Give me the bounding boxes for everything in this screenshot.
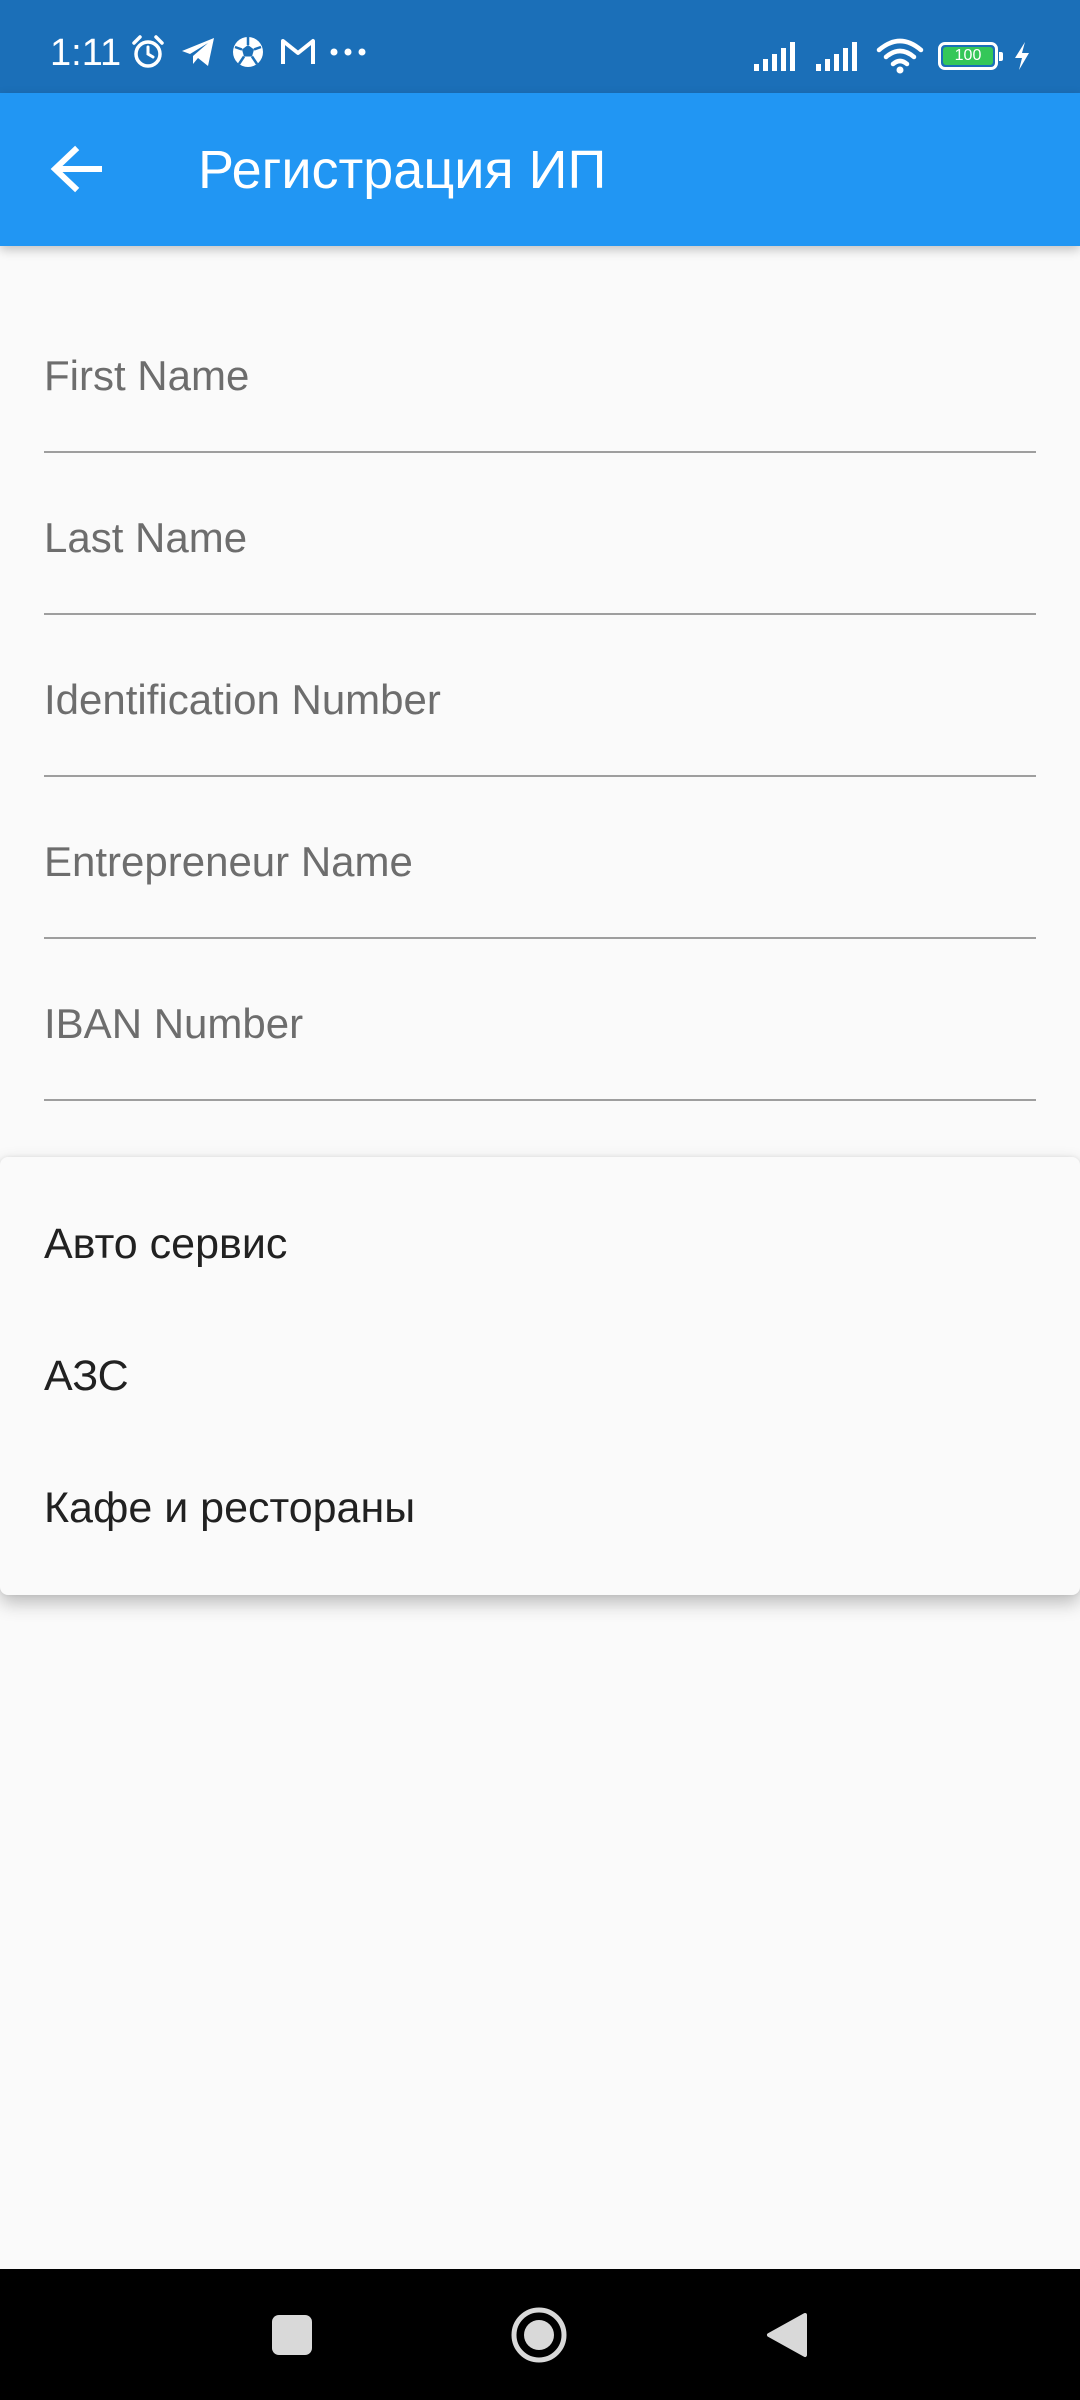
menu-item-cafes-restaurants[interactable]: Кафе и рестораны — [0, 1447, 1080, 1579]
entrepreneur-name-label: Entrepreneur Name — [44, 838, 413, 885]
status-system-icons: 100 — [738, 36, 1032, 76]
status-notification-icons — [128, 32, 378, 72]
iban-number-label: IBAN Number — [44, 1000, 304, 1047]
signal-icon — [752, 40, 800, 72]
iban-number-underline — [44, 1099, 1036, 1101]
menu-item-gas-station[interactable]: АЗС — [0, 1315, 1080, 1447]
back-triangle-icon — [767, 2313, 807, 2357]
system-back-button[interactable] — [748, 2297, 824, 2373]
gmail-icon — [278, 32, 318, 72]
status-time: 1:11 — [50, 32, 122, 74]
recents-button[interactable] — [254, 2297, 330, 2373]
home-circle-icon — [511, 2307, 567, 2363]
signal-icon — [814, 40, 862, 72]
soccer-ball-icon — [228, 32, 268, 72]
arrow-back-icon — [50, 145, 102, 193]
menu-item-auto-service[interactable]: Авто сервис — [0, 1183, 1080, 1315]
menu-item-label: Кафе и рестораны — [44, 1484, 416, 1532]
first-name-label: First Name — [44, 352, 250, 399]
telegram-icon — [178, 32, 218, 72]
alarm-icon — [128, 32, 168, 72]
last-name-label: Last Name — [44, 514, 248, 561]
entrepreneur-name-field[interactable]: Entrepreneur Name — [44, 777, 1036, 939]
iban-number-field[interactable]: IBAN Number — [44, 939, 1036, 1101]
battery-icon: 100 — [938, 42, 1003, 70]
more-dots-icon — [328, 32, 368, 72]
page-title: Регистрация ИП — [198, 140, 607, 200]
recents-square-icon — [272, 2315, 312, 2355]
identification-number-field[interactable]: Identification Number — [44, 615, 1036, 777]
menu-item-label: Авто сервис — [44, 1220, 288, 1268]
first-name-field[interactable]: First Name — [44, 291, 1036, 453]
back-button[interactable] — [36, 129, 116, 209]
last-name-field[interactable]: Last Name — [44, 453, 1036, 615]
home-button[interactable] — [501, 2297, 577, 2373]
app-bar: Регистрация ИП — [0, 93, 1080, 246]
wifi-icon — [876, 38, 924, 74]
navigation-bar — [0, 2269, 1080, 2400]
charging-icon — [1012, 41, 1032, 71]
battery-level: 100 — [943, 47, 993, 65]
status-bar: 1:11 100 — [0, 0, 1080, 93]
identification-number-label: Identification Number — [44, 676, 441, 723]
category-dropdown-menu: Авто сервис АЗС Кафе и рестораны — [0, 1157, 1080, 1595]
menu-item-label: АЗС — [44, 1352, 129, 1400]
